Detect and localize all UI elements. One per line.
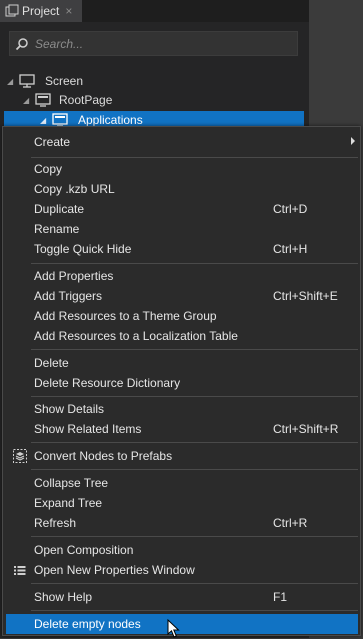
menu-item-label: Add Resources to a Theme Group [34, 309, 217, 323]
menu-item-expand-tree[interactable]: Expand Tree [6, 493, 358, 513]
list-icon [14, 566, 26, 575]
menu-item-label: Collapse Tree [34, 476, 109, 490]
expand-arrow-icon[interactable]: ◢ [40, 116, 50, 125]
menu-item-create[interactable]: Create [6, 132, 358, 152]
prefab-icon [13, 449, 27, 463]
menu-item-shortcut: Ctrl+H [273, 242, 308, 256]
menu-separator [31, 157, 358, 158]
menu-item-show-help[interactable]: Show Help F1 [6, 587, 358, 607]
search-input[interactable] [33, 35, 287, 52]
menu-item-label: Show Details [34, 402, 105, 416]
menu-item-refresh[interactable]: Refresh Ctrl+R [6, 513, 358, 533]
tree-item-screen[interactable]: ◢ Screen [7, 72, 307, 90]
menu-item-toggle-quick-hide[interactable]: Toggle Quick Hide Ctrl+H [6, 239, 358, 259]
menu-item-label: Refresh [34, 516, 77, 530]
menu-item-shortcut: Ctrl+Shift+R [273, 422, 339, 436]
search-box [9, 31, 298, 56]
menu-item-label: Show Related Items [34, 422, 142, 436]
menu-item-label: Toggle Quick Hide [34, 242, 132, 256]
context-menu: Create Copy Copy .kzb URL Duplicate Ctrl… [2, 126, 361, 636]
page-icon [52, 113, 68, 127]
menu-item-label: Create [34, 135, 71, 149]
monitor-icon [19, 74, 35, 88]
menu-item-label: Show Help [34, 590, 93, 604]
menu-item-label: Open New Properties Window [34, 563, 195, 577]
tab-project[interactable]: Project × [0, 0, 82, 22]
menu-item-label: Duplicate [34, 202, 85, 216]
menu-item-label: Add Resources to a Localization Table [34, 329, 238, 343]
menu-item-copy-kzb-url[interactable]: Copy .kzb URL [6, 179, 358, 199]
menu-separator [31, 349, 358, 350]
menu-item-label: Copy [34, 162, 63, 176]
menu-item-open-composition[interactable]: Open Composition [6, 540, 358, 560]
close-icon[interactable]: × [65, 4, 72, 18]
menu-item-label: Add Triggers [34, 289, 103, 303]
menu-item-label: Rename [34, 222, 80, 236]
menu-item-delete-empty-nodes[interactable]: Delete empty nodes [6, 614, 358, 634]
menu-separator [31, 536, 358, 537]
menu-item-label: Copy .kzb URL [34, 182, 115, 196]
menu-separator [31, 469, 358, 470]
menu-item-shortcut: Ctrl+D [273, 202, 308, 216]
tab-title: Project [22, 4, 60, 18]
menu-item-show-related-items[interactable]: Show Related Items Ctrl+Shift+R [6, 419, 358, 439]
menu-item-copy[interactable]: Copy [6, 159, 358, 179]
menu-separator [31, 442, 358, 443]
submenu-arrow-icon [351, 137, 355, 145]
menu-item-show-details[interactable]: Show Details [6, 399, 358, 419]
page-icon [35, 93, 51, 107]
menu-item-add-resources-localization[interactable]: Add Resources to a Localization Table [6, 326, 358, 346]
menu-item-delete[interactable]: Delete [6, 353, 358, 373]
tree-label: RootPage [59, 93, 113, 107]
menu-item-collapse-tree[interactable]: Collapse Tree [6, 473, 358, 493]
menu-item-label: Add Properties [34, 269, 114, 283]
project-icon [5, 4, 19, 17]
menu-item-open-new-properties-window[interactable]: Open New Properties Window [6, 560, 358, 580]
expand-arrow-icon[interactable]: ◢ [23, 96, 33, 105]
menu-item-label: Delete Resource Dictionary [34, 376, 181, 390]
tree-label: Screen [45, 74, 84, 88]
menu-separator [31, 610, 358, 611]
tree-label: Applications [78, 113, 143, 127]
menu-separator [31, 263, 358, 264]
menu-separator [31, 583, 358, 584]
menu-item-duplicate[interactable]: Duplicate Ctrl+D [6, 199, 358, 219]
menu-item-add-resources-theme[interactable]: Add Resources to a Theme Group [6, 306, 358, 326]
menu-item-label: Delete empty nodes [34, 617, 141, 631]
menu-item-convert-nodes-to-prefabs[interactable]: Convert Nodes to Prefabs [6, 446, 358, 466]
menu-item-rename[interactable]: Rename [6, 219, 358, 239]
menu-item-add-properties[interactable]: Add Properties [6, 266, 358, 286]
menu-item-shortcut: Ctrl+Shift+E [273, 289, 338, 303]
menu-item-delete-resource-dictionary[interactable]: Delete Resource Dictionary [6, 373, 358, 393]
menu-item-shortcut: Ctrl+R [273, 516, 308, 530]
mouse-cursor-icon [167, 619, 180, 638]
panel-header: Project × [0, 0, 309, 22]
menu-item-label: Open Composition [34, 543, 134, 557]
menu-item-label: Expand Tree [34, 496, 103, 510]
menu-item-label: Delete [34, 356, 69, 370]
menu-separator [31, 396, 358, 397]
menu-item-shortcut: F1 [273, 590, 288, 604]
tree-item-rootpage[interactable]: ◢ RootPage [23, 91, 307, 109]
menu-item-add-triggers[interactable]: Add Triggers Ctrl+Shift+E [6, 286, 358, 306]
expand-arrow-icon[interactable]: ◢ [7, 77, 17, 86]
menu-item-label: Convert Nodes to Prefabs [34, 449, 173, 463]
search-icon [15, 37, 28, 50]
